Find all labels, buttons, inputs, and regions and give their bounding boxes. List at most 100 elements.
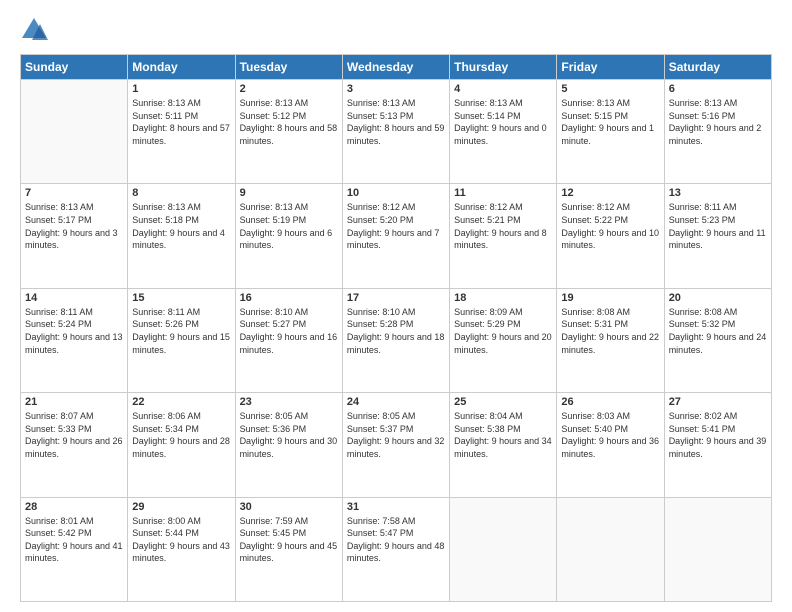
calendar-cell: 5 Sunrise: 8:13 AMSunset: 5:15 PMDaylight… (557, 80, 664, 184)
cell-info: Sunrise: 8:13 AMSunset: 5:15 PMDaylight:… (561, 97, 659, 147)
col-header-wednesday: Wednesday (342, 55, 449, 80)
cell-info: Sunrise: 8:00 AMSunset: 5:44 PMDaylight:… (132, 515, 230, 565)
col-header-friday: Friday (557, 55, 664, 80)
calendar-cell: 29 Sunrise: 8:00 AMSunset: 5:44 PMDayligh… (128, 497, 235, 601)
calendar-cell: 14 Sunrise: 8:11 AMSunset: 5:24 PMDayligh… (21, 288, 128, 392)
day-number: 13 (669, 187, 767, 199)
cell-info: Sunrise: 8:07 AMSunset: 5:33 PMDaylight:… (25, 410, 123, 460)
cell-info: Sunrise: 8:08 AMSunset: 5:32 PMDaylight:… (669, 306, 767, 356)
calendar-cell: 10 Sunrise: 8:12 AMSunset: 5:20 PMDayligh… (342, 184, 449, 288)
col-header-tuesday: Tuesday (235, 55, 342, 80)
cell-info: Sunrise: 8:12 AMSunset: 5:20 PMDaylight:… (347, 201, 445, 251)
cell-info: Sunrise: 8:08 AMSunset: 5:31 PMDaylight:… (561, 306, 659, 356)
calendar-cell (664, 497, 771, 601)
calendar-cell: 4 Sunrise: 8:13 AMSunset: 5:14 PMDaylight… (450, 80, 557, 184)
calendar-cell: 30Sunrise: 7:59 AMSunset: 5:45 PMDayligh… (235, 497, 342, 601)
day-number: 23 (240, 396, 338, 408)
cell-info: Sunrise: 8:10 AMSunset: 5:27 PMDaylight:… (240, 306, 338, 356)
col-header-monday: Monday (128, 55, 235, 80)
logo-icon (20, 16, 48, 44)
cell-info: Sunrise: 7:58 AMSunset: 5:47 PMDaylight:… (347, 515, 445, 565)
calendar-cell: 26Sunrise: 8:03 AMSunset: 5:40 PMDayligh… (557, 393, 664, 497)
calendar-cell: 28Sunrise: 8:01 AMSunset: 5:42 PMDayligh… (21, 497, 128, 601)
cell-info: Sunrise: 8:02 AMSunset: 5:41 PMDaylight:… (669, 410, 767, 460)
calendar-cell: 31 Sunrise: 7:58 AMSunset: 5:47 PMDayligh… (342, 497, 449, 601)
day-number: 21 (25, 396, 123, 408)
day-number: 31 (347, 501, 445, 513)
calendar-cell: 15 Sunrise: 8:11 AMSunset: 5:26 PMDayligh… (128, 288, 235, 392)
day-number: 11 (454, 187, 552, 199)
cell-info: Sunrise: 8:11 AMSunset: 5:23 PMDaylight:… (669, 201, 767, 251)
cell-info: Sunrise: 8:11 AMSunset: 5:26 PMDaylight:… (132, 306, 230, 356)
cell-info: Sunrise: 8:13 AMSunset: 5:12 PMDaylight:… (240, 97, 338, 147)
calendar-cell: 12 Sunrise: 8:12 AMSunset: 5:22 PMDayligh… (557, 184, 664, 288)
day-number: 2 (240, 83, 338, 95)
day-number: 25 (454, 396, 552, 408)
day-number: 3 (347, 83, 445, 95)
calendar-cell: 23Sunrise: 8:05 AMSunset: 5:36 PMDayligh… (235, 393, 342, 497)
calendar-cell (557, 497, 664, 601)
day-number: 16 (240, 292, 338, 304)
cell-info: Sunrise: 8:13 AMSunset: 5:14 PMDaylight:… (454, 97, 552, 147)
day-number: 18 (454, 292, 552, 304)
day-number: 4 (454, 83, 552, 95)
logo (20, 16, 52, 44)
calendar-header-row: SundayMondayTuesdayWednesdayThursdayFrid… (21, 55, 772, 80)
cell-info: Sunrise: 8:09 AMSunset: 5:29 PMDaylight:… (454, 306, 552, 356)
calendar-cell: 8Sunrise: 8:13 AMSunset: 5:18 PMDaylight… (128, 184, 235, 288)
calendar-cell (21, 80, 128, 184)
day-number: 9 (240, 187, 338, 199)
cell-info: Sunrise: 8:05 AMSunset: 5:37 PMDaylight:… (347, 410, 445, 460)
day-number: 27 (669, 396, 767, 408)
calendar-week-4: 21 Sunrise: 8:07 AMSunset: 5:33 PMDayligh… (21, 393, 772, 497)
calendar-table: SundayMondayTuesdayWednesdayThursdayFrid… (20, 54, 772, 602)
calendar-cell: 7 Sunrise: 8:13 AMSunset: 5:17 PMDaylight… (21, 184, 128, 288)
calendar-week-3: 14 Sunrise: 8:11 AMSunset: 5:24 PMDayligh… (21, 288, 772, 392)
cell-info: Sunrise: 8:13 AMSunset: 5:17 PMDaylight:… (25, 201, 123, 251)
cell-info: Sunrise: 8:13 AMSunset: 5:11 PMDaylight:… (132, 97, 230, 147)
calendar-cell: 17Sunrise: 8:10 AMSunset: 5:28 PMDayligh… (342, 288, 449, 392)
calendar-week-2: 7 Sunrise: 8:13 AMSunset: 5:17 PMDaylight… (21, 184, 772, 288)
calendar-cell: 2 Sunrise: 8:13 AMSunset: 5:12 PMDaylight… (235, 80, 342, 184)
cell-info: Sunrise: 8:13 AMSunset: 5:19 PMDaylight:… (240, 201, 338, 251)
calendar-cell: 22 Sunrise: 8:06 AMSunset: 5:34 PMDayligh… (128, 393, 235, 497)
cell-info: Sunrise: 8:10 AMSunset: 5:28 PMDaylight:… (347, 306, 445, 356)
cell-info: Sunrise: 8:12 AMSunset: 5:22 PMDaylight:… (561, 201, 659, 251)
cell-info: Sunrise: 8:12 AMSunset: 5:21 PMDaylight:… (454, 201, 552, 251)
day-number: 1 (132, 83, 230, 95)
cell-info: Sunrise: 7:59 AMSunset: 5:45 PMDaylight:… (240, 515, 338, 565)
day-number: 5 (561, 83, 659, 95)
calendar-cell: 21 Sunrise: 8:07 AMSunset: 5:33 PMDayligh… (21, 393, 128, 497)
cell-info: Sunrise: 8:06 AMSunset: 5:34 PMDaylight:… (132, 410, 230, 460)
calendar-cell: 1 Sunrise: 8:13 AMSunset: 5:11 PMDaylight… (128, 80, 235, 184)
day-number: 20 (669, 292, 767, 304)
cell-info: Sunrise: 8:13 AMSunset: 5:13 PMDaylight:… (347, 97, 445, 147)
day-number: 19 (561, 292, 659, 304)
day-number: 12 (561, 187, 659, 199)
day-number: 6 (669, 83, 767, 95)
calendar-cell: 25Sunrise: 8:04 AMSunset: 5:38 PMDayligh… (450, 393, 557, 497)
calendar-cell: 13 Sunrise: 8:11 AMSunset: 5:23 PMDayligh… (664, 184, 771, 288)
calendar-cell: 27 Sunrise: 8:02 AMSunset: 5:41 PMDayligh… (664, 393, 771, 497)
day-number: 7 (25, 187, 123, 199)
calendar-cell: 11 Sunrise: 8:12 AMSunset: 5:21 PMDayligh… (450, 184, 557, 288)
calendar-cell: 20 Sunrise: 8:08 AMSunset: 5:32 PMDayligh… (664, 288, 771, 392)
calendar-cell: 24 Sunrise: 8:05 AMSunset: 5:37 PMDayligh… (342, 393, 449, 497)
calendar-cell: 19 Sunrise: 8:08 AMSunset: 5:31 PMDayligh… (557, 288, 664, 392)
day-number: 24 (347, 396, 445, 408)
calendar-cell: 3 Sunrise: 8:13 AMSunset: 5:13 PMDaylight… (342, 80, 449, 184)
day-number: 22 (132, 396, 230, 408)
calendar-week-1: 1 Sunrise: 8:13 AMSunset: 5:11 PMDaylight… (21, 80, 772, 184)
cell-info: Sunrise: 8:11 AMSunset: 5:24 PMDaylight:… (25, 306, 123, 356)
day-number: 10 (347, 187, 445, 199)
calendar-cell: 16 Sunrise: 8:10 AMSunset: 5:27 PMDayligh… (235, 288, 342, 392)
day-number: 26 (561, 396, 659, 408)
calendar-body: 1 Sunrise: 8:13 AMSunset: 5:11 PMDaylight… (21, 80, 772, 602)
calendar-cell (450, 497, 557, 601)
day-number: 15 (132, 292, 230, 304)
cell-info: Sunrise: 8:13 AMSunset: 5:16 PMDaylight:… (669, 97, 767, 147)
header (20, 16, 772, 44)
col-header-saturday: Saturday (664, 55, 771, 80)
day-number: 29 (132, 501, 230, 513)
day-number: 14 (25, 292, 123, 304)
